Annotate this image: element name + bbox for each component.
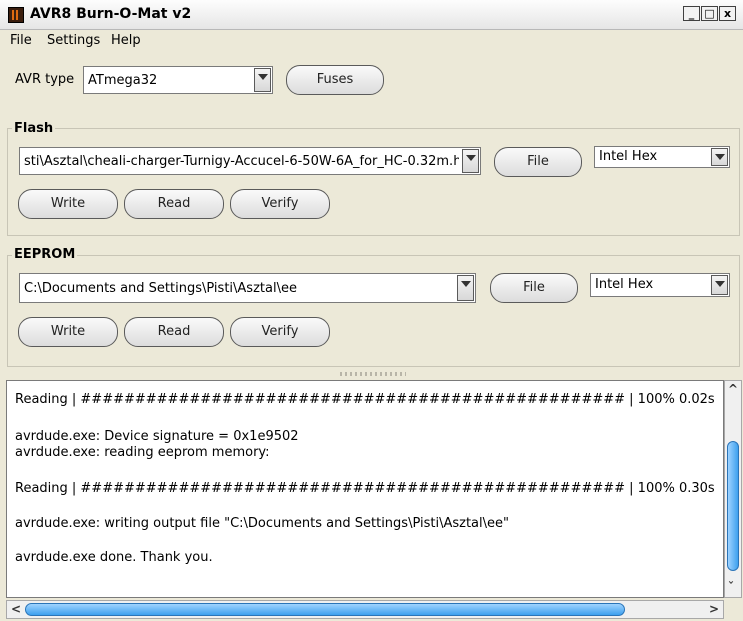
flash-read-button[interactable]: Read [124,189,224,219]
scroll-left-icon[interactable]: < [11,602,21,616]
chevron-down-icon[interactable] [457,275,474,301]
chevron-down-icon[interactable] [462,149,479,173]
window-title: AVR8 Burn-O-Mat v2 [30,6,192,22]
maximize-button[interactable]: □ [701,6,718,21]
eeprom-file-path-value: C:\Documents and Settings\Pisti\Asztal\e… [24,281,297,296]
log-line: avrdude.exe: reading eeprom memory: [15,445,270,460]
flash-file-path-select[interactable]: sti\Asztal\cheali-charger-Turnigy-Accuce… [19,147,481,175]
flash-group-title: Flash [12,121,56,136]
flash-file-path-value: sti\Asztal\cheali-charger-Turnigy-Accuce… [24,154,459,169]
horizontal-scroll-thumb[interactable] [25,603,625,616]
scroll-up-icon[interactable]: ^ [728,382,738,396]
flash-format-value: Intel Hex [599,149,658,164]
eeprom-format-value: Intel Hex [595,277,654,292]
log-line: avrdude.exe done. Thank you. [15,550,213,565]
app-icon [8,7,24,23]
menu-help[interactable]: Help [111,33,141,48]
eeprom-read-button[interactable]: Read [124,317,224,347]
vertical-scrollbar[interactable]: ^ ˇ [724,380,742,598]
flash-write-button[interactable]: Write [18,189,118,219]
eeprom-file-path-select[interactable]: C:\Documents and Settings\Pisti\Asztal\e… [19,273,476,303]
flash-format-select[interactable]: Intel Hex [594,146,730,168]
close-button[interactable]: x [719,6,736,21]
chevron-down-icon[interactable] [254,68,271,92]
eeprom-verify-button[interactable]: Verify [230,317,330,347]
flash-verify-button[interactable]: Verify [230,189,330,219]
title-bar: AVR8 Burn-O-Mat v2 _ □ x [0,0,743,30]
flash-file-button[interactable]: File [494,147,582,177]
chevron-down-icon[interactable] [711,275,728,295]
flash-group [7,128,740,236]
scroll-down-icon[interactable]: ˇ [728,580,734,594]
eeprom-write-button[interactable]: Write [18,317,118,347]
log-output[interactable]: Reading | ##############################… [6,380,724,598]
menu-bar: File Settings Help [0,30,743,52]
avr-type-select[interactable]: ATmega32 [83,66,273,94]
log-line: Reading | ##############################… [15,481,715,496]
splitter-handle[interactable] [340,372,406,376]
horizontal-scrollbar[interactable]: < > [6,600,724,619]
log-line: Reading | ##############################… [15,392,715,407]
eeprom-group [7,255,740,367]
fuses-button[interactable]: Fuses [286,65,384,95]
avr-type-value: ATmega32 [88,73,158,88]
scroll-right-icon[interactable]: > [709,602,719,616]
avr-type-label: AVR type [15,72,75,87]
log-line: avrdude.exe: writing output file "C:\Doc… [15,516,509,531]
menu-settings[interactable]: Settings [47,33,100,48]
menu-file[interactable]: File [10,33,32,48]
eeprom-file-button[interactable]: File [490,273,578,303]
vertical-scroll-thumb[interactable] [727,441,739,571]
log-line: avrdude.exe: Device signature = 0x1e9502 [15,429,299,444]
eeprom-format-select[interactable]: Intel Hex [590,273,730,297]
chevron-down-icon[interactable] [711,148,728,166]
minimize-button[interactable]: _ [683,6,700,21]
eeprom-group-title: EEPROM [12,247,78,262]
